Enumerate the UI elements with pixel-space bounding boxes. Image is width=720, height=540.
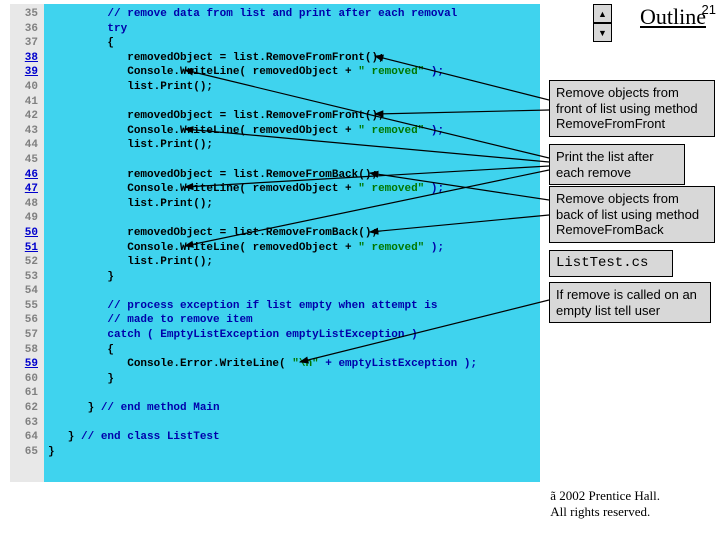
scrollbar: ▲ ▼ — [593, 4, 610, 42]
note-remove-back: Remove objects from back of list using m… — [549, 186, 715, 243]
line-number: 43 — [10, 124, 44, 139]
code-line — [48, 386, 540, 401]
note-empty-catch: If remove is called on an empty list tel… — [549, 282, 711, 323]
line-number: 40 — [10, 80, 44, 95]
code-line: // remove data from list and print after… — [48, 7, 540, 22]
code-line: try — [48, 22, 540, 37]
line-number: 54 — [10, 284, 44, 299]
code-line: Console.WriteLine( removedObject + " rem… — [48, 182, 540, 197]
line-number: 46 — [10, 168, 44, 183]
code-line: Console.WriteLine( removedObject + " rem… — [48, 65, 540, 80]
line-number: 58 — [10, 343, 44, 358]
code-line: list.Print(); — [48, 255, 540, 270]
code-line: removedObject = list.RemoveFromBack(); — [48, 226, 540, 241]
line-number: 39 — [10, 65, 44, 80]
code-line: } — [48, 445, 540, 460]
note-print-after: Print the list after each remove — [549, 144, 685, 185]
line-number: 42 — [10, 109, 44, 124]
code-line: } // end class ListTest — [48, 430, 540, 445]
footer-line-2: All rights reserved. — [550, 504, 660, 520]
line-number: 60 — [10, 372, 44, 387]
line-number: 65 — [10, 445, 44, 460]
line-number: 38 — [10, 51, 44, 66]
scroll-down-button[interactable]: ▼ — [593, 23, 612, 42]
code-block: 3536373839404142434445464748495051525354… — [10, 4, 540, 482]
code-line: { — [48, 36, 540, 51]
code-line: list.Print(); — [48, 80, 540, 95]
line-number: 50 — [10, 226, 44, 241]
code-line: removedObject = list.RemoveFromFront(); — [48, 109, 540, 124]
line-number: 51 — [10, 241, 44, 256]
line-number: 63 — [10, 416, 44, 431]
note-filename: ListTest.cs — [549, 250, 673, 277]
source-code: // remove data from list and print after… — [44, 4, 540, 482]
line-number: 53 — [10, 270, 44, 285]
line-number: 48 — [10, 197, 44, 212]
line-number: 45 — [10, 153, 44, 168]
code-line: Console.WriteLine( removedObject + " rem… — [48, 241, 540, 256]
code-line: // process exception if list empty when … — [48, 299, 540, 314]
code-line — [48, 153, 540, 168]
code-line: Console.WriteLine( removedObject + " rem… — [48, 124, 540, 139]
code-line: catch ( EmptyListException emptyListExce… — [48, 328, 540, 343]
copyright-footer: ã 2002 Prentice Hall. All rights reserve… — [550, 488, 660, 520]
line-number: 47 — [10, 182, 44, 197]
line-number: 61 — [10, 386, 44, 401]
code-line: // made to remove item — [48, 313, 540, 328]
line-number: 36 — [10, 22, 44, 37]
code-line: { — [48, 343, 540, 358]
code-line — [48, 284, 540, 299]
line-number: 55 — [10, 299, 44, 314]
code-line: list.Print(); — [48, 197, 540, 212]
line-number: 35 — [10, 7, 44, 22]
line-number: 37 — [10, 36, 44, 51]
note-remove-front: Remove objects from front of list using … — [549, 80, 715, 137]
line-number: 52 — [10, 255, 44, 270]
scroll-up-button[interactable]: ▲ — [593, 4, 612, 23]
code-line: Console.Error.WriteLine( "\n" + emptyLis… — [48, 357, 540, 372]
line-number: 44 — [10, 138, 44, 153]
footer-line-1: ã 2002 Prentice Hall. — [550, 488, 660, 504]
code-line: } // end method Main — [48, 401, 540, 416]
code-line — [48, 211, 540, 226]
code-line: removedObject = list.RemoveFromFront(); — [48, 51, 540, 66]
code-line: list.Print(); — [48, 138, 540, 153]
code-line — [48, 416, 540, 431]
line-number: 41 — [10, 95, 44, 110]
line-number: 56 — [10, 313, 44, 328]
line-number: 64 — [10, 430, 44, 445]
line-number: 49 — [10, 211, 44, 226]
line-number-gutter: 3536373839404142434445464748495051525354… — [10, 4, 44, 482]
line-number: 62 — [10, 401, 44, 416]
code-line: } — [48, 270, 540, 285]
line-number: 57 — [10, 328, 44, 343]
code-line: removedObject = list.RemoveFromBack(); — [48, 168, 540, 183]
code-line: } — [48, 372, 540, 387]
line-number: 59 — [10, 357, 44, 372]
outline-heading: Outline — [640, 6, 706, 28]
code-line — [48, 95, 540, 110]
